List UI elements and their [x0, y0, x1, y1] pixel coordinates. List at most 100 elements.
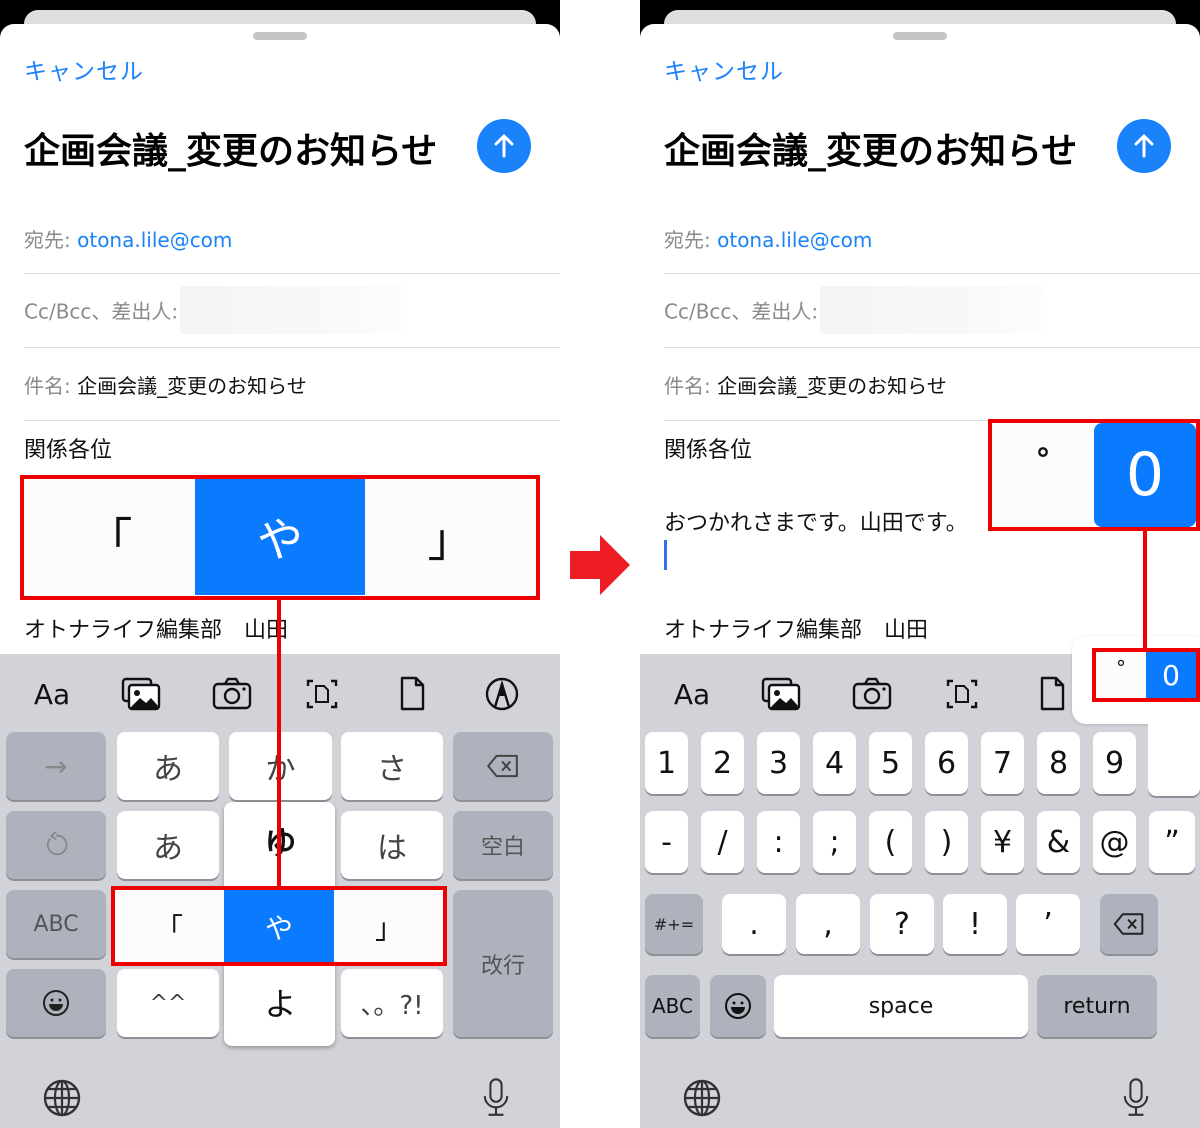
emoji-key[interactable] — [710, 975, 766, 1037]
key-7[interactable]: 7 — [981, 732, 1024, 794]
delete-key[interactable] — [1100, 894, 1158, 954]
key-5[interactable]: 5 — [869, 732, 912, 794]
popup-option-zero[interactable]: 0 — [1094, 423, 1196, 527]
more-symbols-key[interactable]: #+= — [645, 894, 703, 954]
flick-option-left[interactable]: 「 — [114, 890, 224, 963]
subject-field[interactable]: 件名: 企画会議_変更のお知らせ — [664, 370, 1200, 399]
body-greeting[interactable]: 関係各位 — [664, 432, 752, 464]
camera-button[interactable] — [204, 674, 260, 714]
cc-bcc-field[interactable]: Cc/Bcc、差出人: — [664, 286, 1200, 334]
key-ha[interactable]: は — [341, 811, 443, 879]
globe-button[interactable] — [678, 1074, 726, 1122]
subject-field[interactable]: 件名: 企画会議_変更のお知らせ — [24, 370, 560, 399]
key-apostrophe[interactable]: ’ — [1016, 894, 1080, 954]
camera-icon — [212, 677, 252, 710]
key-a[interactable]: あ — [117, 732, 219, 800]
key-1[interactable]: 1 — [645, 732, 688, 794]
divider — [664, 420, 1200, 421]
key-0-pressed[interactable] — [1148, 700, 1200, 796]
dictation-button[interactable] — [1114, 1072, 1158, 1124]
format-button[interactable]: Aa — [664, 674, 720, 714]
to-field[interactable]: 宛先: otona.lile@com — [664, 224, 1200, 253]
key-9[interactable]: 9 — [1093, 732, 1136, 794]
undo-key[interactable] — [6, 811, 106, 879]
sheet-grabber[interactable] — [253, 32, 307, 40]
key-quote[interactable]: ” — [1149, 811, 1195, 873]
scan-document-button[interactable] — [934, 674, 990, 714]
space-key[interactable]: space — [774, 975, 1028, 1037]
flick-option-right[interactable]: 」 — [334, 890, 444, 963]
body-signature[interactable]: オトナライフ編集部 山田 — [664, 612, 928, 644]
body-signature[interactable]: オトナライフ編集部 山田 — [24, 612, 288, 644]
next-candidate-key[interactable]: → — [6, 732, 106, 800]
cc-bcc-label: Cc/Bcc、差出人: — [24, 299, 179, 324]
popup-option-degree[interactable]: ° — [992, 423, 1094, 527]
cc-bcc-label: Cc/Bcc、差出人: — [664, 299, 819, 324]
key-at[interactable]: @ — [1093, 811, 1136, 873]
key-period[interactable]: . — [722, 894, 786, 954]
markup-button[interactable] — [474, 674, 530, 714]
cancel-button[interactable]: キャンセル — [664, 52, 784, 86]
key-ampersand[interactable]: & — [1037, 811, 1080, 873]
punctuation-key[interactable]: 、。?! — [341, 969, 443, 1037]
key-slash[interactable]: / — [701, 811, 744, 873]
send-button[interactable] — [477, 119, 531, 173]
compose-title: 企画会議_変更のお知らせ — [24, 131, 438, 172]
key-popup-zoomed: ° 0 — [992, 423, 1196, 527]
return-key[interactable]: return — [1037, 975, 1157, 1037]
delete-icon — [487, 754, 518, 778]
flick-option-center[interactable]: や — [194, 479, 366, 595]
key-exclamation[interactable]: ! — [943, 894, 1007, 954]
key-colon[interactable]: : — [757, 811, 800, 873]
globe-button[interactable] — [38, 1074, 86, 1122]
cc-bcc-field[interactable]: Cc/Bcc、差出人: — [24, 286, 560, 334]
popup-option-zero[interactable]: 0 — [1146, 652, 1196, 698]
abc-key[interactable]: ABC — [645, 975, 700, 1037]
key-3[interactable]: 3 — [757, 732, 800, 794]
delete-key[interactable] — [453, 732, 553, 800]
flick-option-left[interactable]: 「 — [24, 479, 195, 595]
emoji-icon — [43, 990, 69, 1016]
key-sa[interactable]: さ — [341, 732, 443, 800]
popup-option-degree[interactable]: ° — [1096, 652, 1146, 698]
to-recipient[interactable]: otona.lile@com — [77, 228, 232, 252]
emoji-key[interactable] — [6, 969, 106, 1037]
kaomoji-key[interactable]: ^^ — [117, 969, 219, 1037]
key-hyphen[interactable]: - — [645, 811, 688, 873]
body-line[interactable]: おつかれさまです。山田です。 — [664, 505, 968, 537]
key-ta[interactable]: あ — [117, 811, 219, 879]
key-close-paren[interactable]: ) — [925, 811, 968, 873]
abc-key[interactable]: ABC — [6, 890, 106, 958]
key-question[interactable]: ? — [870, 894, 934, 954]
sheet-grabber[interactable] — [893, 32, 947, 40]
flick-option-center[interactable]: や — [224, 890, 334, 963]
send-button[interactable] — [1117, 119, 1171, 173]
key-8[interactable]: 8 — [1037, 732, 1080, 794]
space-key[interactable]: 空白 — [453, 811, 553, 879]
dictation-button[interactable] — [474, 1072, 518, 1124]
key-4[interactable]: 4 — [813, 732, 856, 794]
flick-option-down[interactable]: よ — [229, 972, 332, 1032]
cancel-button[interactable]: キャンセル — [24, 52, 144, 86]
subject-value: 企画会議_変更のお知らせ — [77, 374, 307, 398]
key-comma[interactable]: , — [796, 894, 860, 954]
to-recipient[interactable]: otona.lile@com — [717, 228, 872, 252]
file-button[interactable] — [384, 674, 440, 714]
photo-library-button[interactable] — [113, 674, 169, 714]
format-button[interactable]: Aa — [24, 674, 80, 714]
scan-document-button[interactable] — [294, 674, 350, 714]
flick-option-right[interactable]: 」 — [365, 479, 536, 595]
photo-library-icon — [761, 677, 801, 711]
photo-library-button[interactable] — [753, 674, 809, 714]
return-key[interactable]: 改行 — [453, 890, 553, 1037]
camera-button[interactable] — [844, 674, 900, 714]
key-yen[interactable]: ¥ — [981, 811, 1024, 873]
connector-line — [1143, 529, 1147, 649]
to-field[interactable]: 宛先: otona.lile@com — [24, 224, 560, 253]
key-semicolon[interactable]: ; — [813, 811, 856, 873]
divider — [24, 273, 560, 274]
key-2[interactable]: 2 — [701, 732, 744, 794]
key-open-paren[interactable]: ( — [869, 811, 912, 873]
key-6[interactable]: 6 — [925, 732, 968, 794]
body-greeting[interactable]: 関係各位 — [24, 432, 112, 464]
